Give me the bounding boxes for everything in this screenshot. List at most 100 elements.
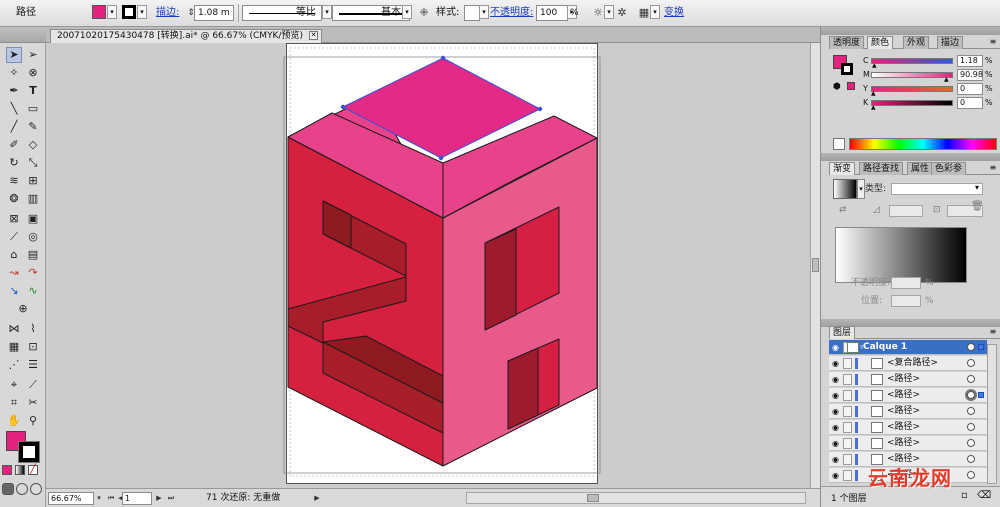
target-circle-icon[interactable]	[967, 423, 975, 431]
layer-name[interactable]: <路径>	[887, 373, 920, 386]
layer-name[interactable]: <路径>	[887, 389, 920, 402]
opacity-field[interactable]: 100	[536, 5, 568, 21]
curve-tool-icon[interactable]: ↝	[6, 265, 22, 281]
gradient-preview-swatch[interactable]	[833, 179, 857, 199]
out-of-gamut-icon[interactable]: ⬢	[833, 82, 841, 92]
graph-tool-icon[interactable]: ▦	[6, 339, 22, 355]
channel-value-field[interactable]: 90.98	[957, 69, 983, 81]
selection-tool-icon[interactable]: ➤	[6, 47, 22, 63]
last-page-button[interactable]: ⏭	[166, 492, 176, 504]
visibility-eye-icon[interactable]: ◉	[831, 471, 840, 480]
visibility-eye-icon[interactable]: ◉	[831, 391, 840, 400]
selection-indicator[interactable]	[978, 344, 984, 350]
eraser-tool-icon[interactable]: ◇	[25, 137, 41, 153]
layer-name[interactable]: <路径>	[887, 421, 920, 434]
lock-toggle[interactable]	[843, 374, 852, 385]
gradient-opacity-field[interactable]	[891, 277, 921, 289]
recolor-artwork-icon[interactable]: ⁜	[416, 5, 432, 21]
anchor-point[interactable]	[438, 155, 444, 161]
anchor-point[interactable]	[440, 55, 446, 61]
draw-normal-icon[interactable]	[2, 483, 14, 495]
mesh-tool-icon[interactable]: ⊠	[6, 211, 22, 227]
sublayer-row[interactable]: ◉ <路径>	[829, 404, 987, 419]
type-tool-icon[interactable]: T	[25, 83, 41, 99]
vertical-scrollbar[interactable]	[810, 43, 820, 488]
tab-gradient[interactable]: 渐变	[829, 162, 856, 175]
channel-value-field[interactable]: 0	[957, 83, 983, 95]
zoom-dropdown-arrow[interactable]: ▾	[94, 492, 104, 504]
channel-slider[interactable]	[871, 100, 953, 106]
draw-inside-icon[interactable]	[30, 483, 42, 495]
visibility-eye-icon[interactable]: ◉	[831, 439, 840, 448]
lock-toggle[interactable]	[843, 470, 852, 481]
warp-tool-icon[interactable]: ≋	[6, 173, 22, 189]
lock-toggle[interactable]	[843, 406, 852, 417]
panel-menu-icon[interactable]: ≡	[988, 37, 998, 47]
draw-behind-icon[interactable]	[16, 483, 28, 495]
join-tool-icon[interactable]: ↘	[6, 283, 22, 299]
page-field[interactable]: 1	[122, 492, 152, 505]
eyedropper-tool-icon[interactable]: ⟋	[6, 229, 22, 245]
right-face-opening-side[interactable]	[484, 228, 517, 331]
column-graph-tool-icon[interactable]: ▥	[25, 191, 41, 207]
zoom-field[interactable]: 66.67%	[48, 492, 94, 505]
target-circle-icon[interactable]	[967, 375, 975, 383]
profile-dropdown-arrow[interactable]: ▾	[322, 5, 332, 19]
sublayer-row[interactable]: ◉ <路径>	[829, 436, 987, 451]
panel-menu-icon[interactable]: ≡	[988, 163, 998, 173]
visibility-eye-icon[interactable]: ◉	[831, 423, 840, 432]
crosshair-tool-icon[interactable]: ⊕	[15, 301, 31, 317]
tools-panel-grip[interactable]	[0, 27, 46, 43]
gradient-panel-grip[interactable]	[821, 153, 1000, 161]
target-circle-icon[interactable]	[967, 407, 975, 415]
magic-wand-tool-icon[interactable]: ✧	[6, 65, 22, 81]
close-icon[interactable]: ✕	[309, 31, 319, 40]
gradient-tool-icon[interactable]: ▣	[25, 211, 41, 227]
artboard-tool-icon[interactable]: ⊡	[25, 339, 41, 355]
gear-icon[interactable]: ✲	[614, 5, 630, 21]
channel-slider[interactable]	[871, 58, 953, 64]
selection-indicator[interactable]	[978, 392, 984, 398]
fill-dropdown-arrow[interactable]: ▾	[107, 5, 117, 19]
visibility-eye-icon[interactable]: ◉	[831, 359, 840, 368]
none-mode-icon[interactable]: ╱	[28, 465, 38, 475]
horizontal-scroll-thumb[interactable]	[587, 494, 599, 502]
lock-toggle[interactable]	[843, 422, 852, 433]
lock-toggle[interactable]	[843, 454, 852, 465]
tools-stroke-swatch[interactable]	[18, 441, 40, 463]
lock-toggle[interactable]	[843, 358, 852, 369]
brush-dropdown-arrow[interactable]: ▾	[402, 5, 412, 19]
knife-tool-icon[interactable]: ⟋	[25, 377, 41, 393]
blob-brush-tool-icon[interactable]: ✐	[6, 137, 22, 153]
tab-layers[interactable]: 图层	[829, 326, 856, 339]
stroke-weight-field[interactable]: 1.08 m	[194, 5, 234, 21]
symbol-sprayer-tool-icon[interactable]: ❂	[6, 191, 22, 207]
graphic-style-swatch[interactable]	[464, 5, 480, 21]
layer-name[interactable]: <路径>	[887, 405, 920, 418]
style-dropdown-arrow[interactable]: ▾	[479, 5, 489, 19]
pathfinder-tool-icon[interactable]: ⌖	[6, 377, 22, 393]
none-color-swatch[interactable]	[833, 138, 845, 150]
gradient-preview-dropdown[interactable]: ▾	[857, 179, 865, 199]
slider-thumb-icon[interactable]: ▲	[944, 77, 949, 83]
tab-appearance[interactable]: 外观	[903, 36, 930, 49]
color-spectrum[interactable]	[849, 138, 997, 150]
layer-name[interactable]: <路径>	[887, 437, 920, 450]
stroke-swatch[interactable]	[122, 5, 136, 19]
stroke-dropdown-arrow[interactable]: ▾	[137, 5, 147, 19]
fill-swatch[interactable]	[92, 5, 106, 19]
right-face-opening-bottom-inner[interactable]	[507, 347, 539, 430]
channel-value-field[interactable]: 0	[957, 97, 983, 109]
gradient-position-field[interactable]	[891, 295, 921, 307]
gamut-swatch[interactable]	[847, 82, 855, 90]
vertical-scroll-thumb[interactable]	[812, 258, 819, 272]
target-circle-icon[interactable]	[967, 359, 975, 367]
target-circle-icon[interactable]	[967, 391, 975, 399]
blend-tool-icon[interactable]: ◎	[25, 229, 41, 245]
layer-name[interactable]: <复合路径>	[887, 357, 938, 370]
line-tool-icon[interactable]: ╲	[6, 101, 22, 117]
anchor-point[interactable]	[340, 104, 346, 110]
anchor-point[interactable]	[537, 106, 543, 112]
arc-tool-icon[interactable]: ↷	[25, 265, 41, 281]
document-tab[interactable]: 20071020175430478 [转换].ai* @ 66.67% (CMY…	[50, 29, 323, 43]
